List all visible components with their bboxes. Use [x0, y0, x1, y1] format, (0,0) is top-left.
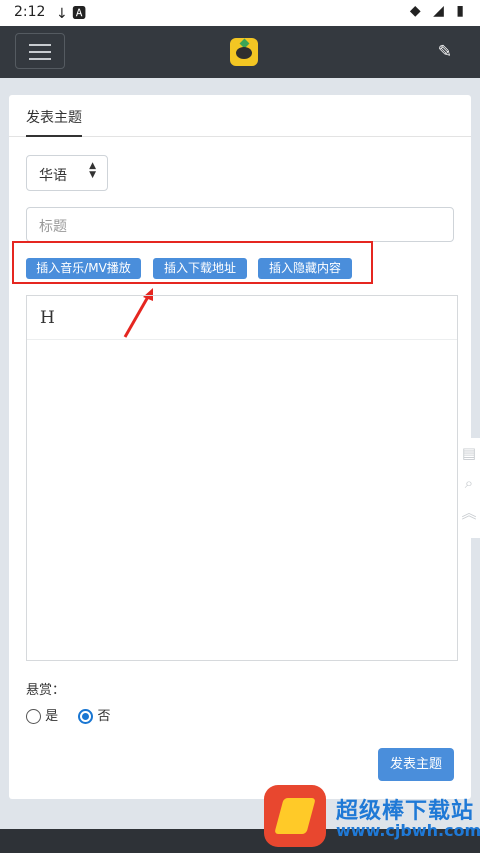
reward-yes-radio[interactable]: [26, 709, 41, 724]
tab-bar: 发表主题: [9, 95, 471, 137]
watermark: 超级棒下载站 www.cjbwh.com: [264, 785, 480, 847]
title-input[interactable]: 标题: [26, 207, 454, 242]
insert-music-button[interactable]: 插入音乐/MV播放: [26, 258, 141, 279]
select-arrows-icon: ▲ ▼: [89, 161, 96, 180]
clipboard-icon[interactable]: ▤: [458, 444, 480, 462]
status-bar: 2:12 ↓ 🅰 ◆ ◢ ▮: [0, 0, 480, 26]
signal-battery-icon: ◆ ◢ ▮: [409, 3, 468, 19]
side-toolbar: ▤ ⌕ ︽: [458, 438, 480, 538]
editor-toolbar: H: [27, 296, 457, 340]
language-select-value: 华语: [39, 168, 67, 184]
watermark-url: www.cjbwh.com: [336, 821, 480, 840]
app-logo[interactable]: [230, 38, 258, 66]
search-icon[interactable]: ⌕: [458, 474, 480, 492]
reward-label: 悬赏：: [26, 683, 66, 698]
watermark-logo: [264, 785, 326, 847]
insert-hidden-button[interactable]: 插入隐藏内容: [258, 258, 352, 279]
reward-yes-label: 是: [45, 709, 59, 724]
reward-no-radio[interactable]: [78, 709, 94, 724]
language-select[interactable]: 华语 ▲ ▼: [26, 155, 108, 191]
reward-no-label: 否: [97, 709, 111, 724]
heading-button[interactable]: H: [40, 308, 55, 328]
submit-button[interactable]: 发表主题: [378, 748, 454, 781]
hamburger-icon: [29, 44, 51, 46]
download-notification-icon: ↓ 🅰: [56, 6, 87, 22]
scroll-top-icon[interactable]: ︽: [458, 502, 480, 523]
rich-text-editor[interactable]: H: [26, 295, 458, 661]
edit-icon[interactable]: ✎: [438, 42, 452, 62]
status-time: 2:12: [14, 4, 46, 20]
tab-new-topic[interactable]: 发表主题: [26, 107, 82, 137]
post-form-card: 发表主题 华语 ▲ ▼ 标题 插入音乐/MV播放 插入下载地址 插入隐藏内容 H …: [9, 95, 471, 799]
top-navbar: ✎: [0, 26, 480, 78]
insert-download-button[interactable]: 插入下载地址: [153, 258, 247, 279]
menu-button[interactable]: [15, 33, 65, 69]
reward-options: 是 否: [26, 705, 110, 724]
